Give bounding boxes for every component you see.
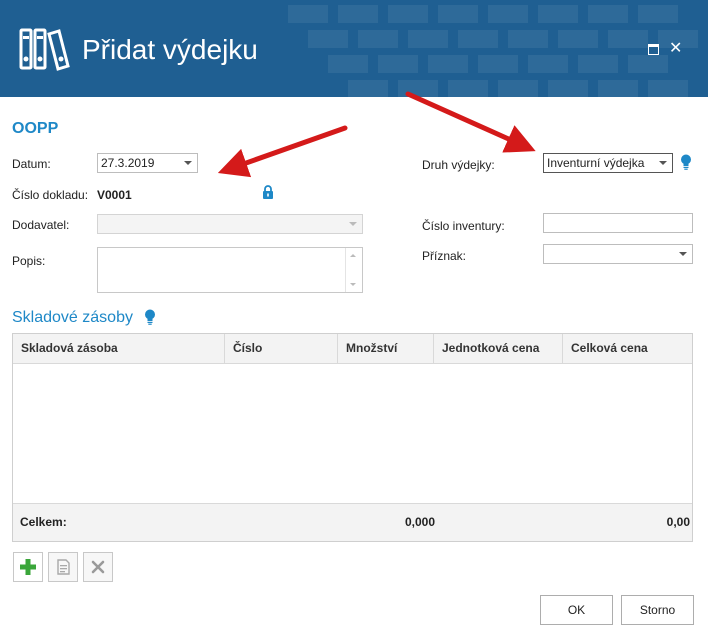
table-footer: Celkem: 0,000 0,00 — [13, 503, 692, 541]
maximize-button[interactable] — [642, 38, 664, 60]
datum-label: Datum: — [12, 157, 51, 171]
section-title-skladove-zasoby: Skladové zásoby — [12, 309, 133, 326]
popis-textarea[interactable] — [97, 247, 363, 293]
window-title: Přidat výdejku — [82, 34, 258, 65]
datum-date-picker[interactable]: 27.3.2019 — [97, 153, 198, 173]
delete-x-icon — [91, 560, 105, 574]
druh-vydejky-value: Inventurní výdejka — [547, 156, 645, 170]
table-header: Skladová zásoba Číslo Množství Jednotkov… — [13, 334, 692, 364]
cislo-dokladu-label: Číslo dokladu: — [12, 188, 89, 202]
column-header-cislo[interactable]: Číslo — [225, 334, 338, 363]
popis-label: Popis: — [12, 254, 46, 268]
delete-row-button[interactable] — [83, 552, 113, 582]
annotation-arrow-druh-vydejky — [405, 91, 536, 153]
footer-price-total: 0,00 — [666, 515, 690, 529]
chevron-down-icon[interactable] — [349, 222, 357, 226]
close-icon: ✕ — [669, 40, 683, 57]
cislo-inventury-input[interactable] — [543, 213, 693, 233]
chevron-down-icon[interactable] — [184, 161, 192, 165]
table-body[interactable] — [13, 364, 692, 503]
priznak-label: Příznak: — [422, 249, 467, 263]
edit-row-button[interactable] — [48, 552, 78, 582]
datum-value: 27.3.2019 — [101, 156, 155, 170]
add-row-button[interactable] — [13, 552, 43, 582]
chevron-down-icon[interactable] — [659, 161, 667, 165]
cislo-dokladu-value: V0001 — [97, 188, 132, 202]
column-header-jednotkova-cena[interactable]: Jednotková cena — [434, 334, 563, 363]
plus-icon — [20, 559, 36, 575]
column-header-celkova-cena[interactable]: Celková cena — [563, 334, 692, 363]
column-header-skladova-zasoba[interactable]: Skladová zásoba — [13, 334, 225, 363]
ok-button[interactable]: OK — [540, 595, 613, 625]
dodavatel-select[interactable] — [97, 214, 363, 234]
footer-label: Celkem: — [20, 515, 67, 529]
section-title-oopp: OOPP — [12, 120, 59, 137]
lock-icon — [263, 185, 273, 199]
textarea-scrollbar[interactable] — [345, 248, 362, 292]
priznak-select[interactable] — [543, 244, 693, 264]
edit-document-icon — [57, 559, 70, 575]
druh-vydejky-label: Druh výdejky: — [422, 158, 495, 172]
cancel-button[interactable]: Storno — [621, 595, 694, 625]
cislo-inventury-label: Číslo inventury: — [422, 219, 505, 233]
lightbulb-icon[interactable] — [680, 154, 692, 170]
chevron-down-icon[interactable] — [679, 252, 687, 256]
scroll-up-icon[interactable] — [350, 254, 356, 257]
scroll-down-icon[interactable] — [350, 283, 356, 286]
dodavatel-label: Dodavatel: — [12, 218, 70, 232]
close-button[interactable]: ✕ — [666, 38, 688, 60]
maximize-icon — [648, 44, 659, 55]
header-background-pattern — [288, 5, 698, 97]
binders-logo-icon — [19, 28, 70, 71]
lightbulb-icon[interactable] — [144, 309, 156, 325]
window-header: Přidat výdejku ✕ — [0, 0, 708, 97]
annotation-arrow-datum — [217, 125, 348, 178]
druh-vydejky-select[interactable]: Inventurní výdejka — [543, 153, 673, 173]
column-header-mnozstvi[interactable]: Množství — [338, 334, 434, 363]
footer-quantity-total: 0,000 — [404, 515, 435, 529]
stock-table[interactable]: Skladová zásoba Číslo Množství Jednotkov… — [12, 333, 693, 542]
